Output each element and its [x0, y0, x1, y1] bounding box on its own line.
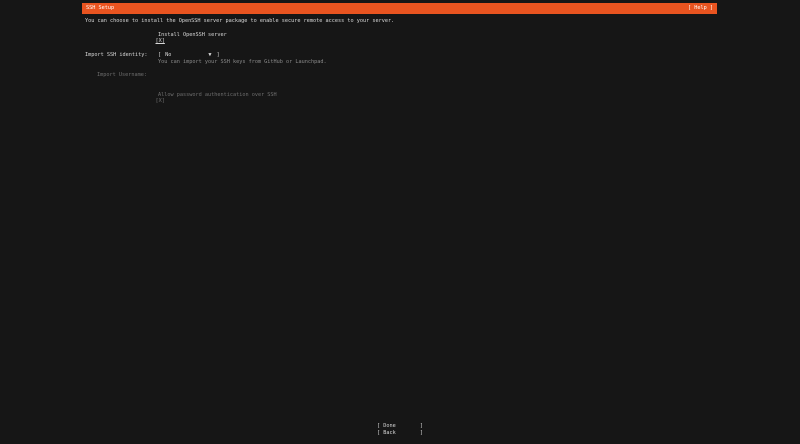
- import-identity-hint: You can import your SSH keys from GitHub…: [158, 59, 327, 65]
- install-openssh-label: Install OpenSSH server: [158, 32, 227, 38]
- back-button[interactable]: [ Back ]: [377, 430, 423, 436]
- done-button[interactable]: [ Done ]: [377, 423, 423, 429]
- import-identity-label: Import SSH identity:: [85, 52, 148, 58]
- allow-password-label: Allow password authentication over SSH: [158, 92, 277, 98]
- back-label: Back: [383, 430, 396, 436]
- intro-text: You can choose to install the OpenSSH se…: [85, 18, 395, 24]
- installer-screen: SSH Setup [ Help ] You can choose to ins…: [0, 0, 800, 444]
- help-button[interactable]: [ Help ]: [688, 5, 713, 11]
- back-open-bracket: [: [377, 430, 381, 436]
- allow-password-checkbox-box[interactable]: [X]: [156, 98, 165, 104]
- page-title: SSH Setup: [86, 5, 115, 11]
- select-close-bracket: ]: [216, 52, 220, 58]
- chevron-down-icon: ▼: [208, 52, 212, 58]
- header-bar: SSH Setup [ Help ]: [82, 3, 717, 14]
- back-close-bracket: ]: [419, 430, 423, 436]
- done-open-bracket: [: [377, 423, 381, 429]
- done-close-bracket: ]: [419, 423, 423, 429]
- select-open-bracket: [: [158, 52, 162, 58]
- import-identity-select[interactable]: [ No ▼ ]: [158, 52, 220, 58]
- import-username-label: Import Username:: [97, 72, 147, 78]
- select-value: No: [165, 52, 172, 58]
- done-label: Done: [383, 423, 396, 429]
- install-openssh-checkbox-box[interactable]: [X]: [156, 38, 165, 44]
